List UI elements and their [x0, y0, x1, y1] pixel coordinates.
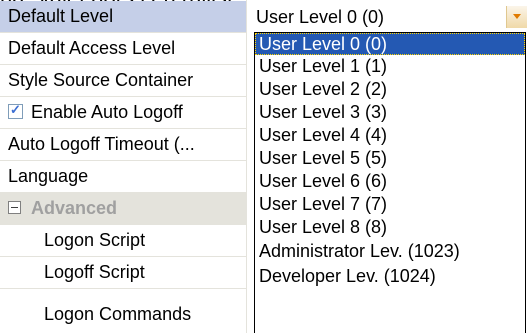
property-name: Enable Auto Logoff — [31, 102, 183, 122]
collapse-minus-icon[interactable] — [8, 200, 21, 214]
checkmark-icon: ✓ — [10, 101, 21, 117]
property-name: Default Access Level — [0, 33, 246, 64]
property-name-with-checkbox: ✓ Enable Auto Logoff — [0, 97, 246, 128]
group-header: Advanced — [0, 193, 246, 224]
dropdown-option[interactable]: User Level 4 (4) — [255, 124, 525, 146]
dropdown-option[interactable]: User Level 5 (5) — [255, 147, 525, 169]
property-row-default-level[interactable]: Default Level User Level 0 (0) — [0, 1, 528, 33]
level-dropdown-list[interactable]: User Level 0 (0) User Level 1 (1) User L… — [254, 32, 526, 333]
property-name: Style Source Container — [0, 65, 246, 96]
dropdown-option[interactable]: User Level 0 (0) — [255, 33, 525, 55]
chevron-down-icon — [513, 14, 521, 19]
dropdown-option[interactable]: Developer Lev. (1024) — [255, 265, 525, 287]
enable-auto-logoff-checkbox[interactable]: ✓ — [8, 102, 23, 119]
dropdown-option[interactable]: User Level 6 (6) — [255, 170, 525, 192]
property-name: Default Level — [0, 1, 246, 32]
dropdown-button[interactable] — [506, 6, 527, 28]
dropdown-option[interactable]: User Level 3 (3) — [255, 101, 525, 123]
group-title: Advanced — [31, 198, 118, 218]
property-name: Logon Commands — [0, 299, 246, 330]
dropdown-option[interactable]: User Level 2 (2) — [255, 78, 525, 100]
dropdown-option[interactable]: User Level 8 (8) — [255, 216, 525, 238]
property-name: Logoff Script — [0, 257, 246, 288]
dropdown-option[interactable]: User Level 1 (1) — [255, 55, 525, 77]
dropdown-option[interactable]: User Level 7 (7) — [255, 193, 525, 215]
property-value-select[interactable]: User Level 0 (0) — [256, 4, 384, 30]
property-name: Logon Script — [0, 225, 246, 256]
property-name: Auto Logoff Timeout (... — [0, 129, 246, 160]
property-name: Language — [0, 161, 246, 192]
dropdown-option[interactable]: Administrator Lev. (1023) — [255, 240, 525, 262]
